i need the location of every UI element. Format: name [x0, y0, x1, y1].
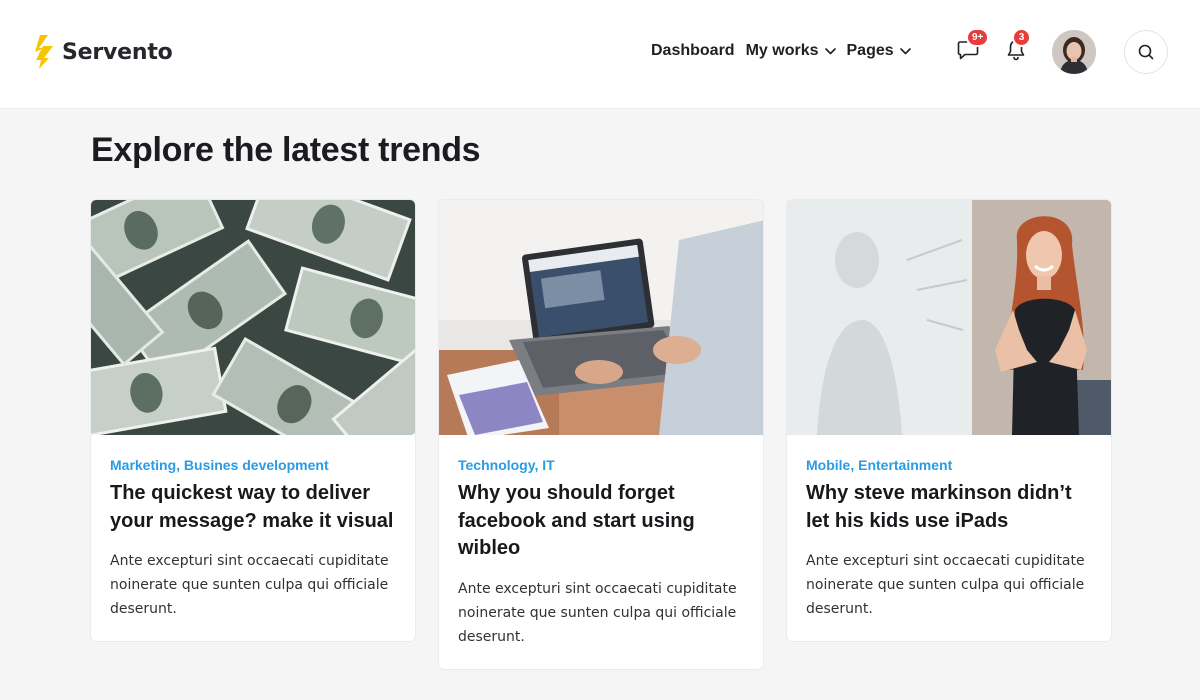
card-body: Mobile, Entertainment Why steve markinso… — [787, 435, 1111, 641]
section-title: Explore the latest trends — [91, 131, 481, 169]
laptop-image[interactable] — [439, 200, 764, 435]
brand-name: Servento — [62, 39, 173, 65]
user-avatar[interactable] — [1052, 30, 1096, 74]
notifications-button[interactable]: 3 — [1004, 28, 1031, 62]
card-category[interactable]: Technology, IT — [458, 457, 744, 473]
nav-item-dashboard[interactable]: Dashboard — [651, 42, 735, 60]
nav-item-my-works[interactable]: My works — [746, 42, 836, 60]
card-title[interactable]: Why you should forget facebook and start… — [458, 480, 744, 563]
card-body: Technology, IT Why you should forget fac… — [439, 435, 763, 669]
chevron-down-icon — [824, 47, 836, 54]
top-header: Servento Dashboard My works Pages 9+ 3 — [0, 0, 1200, 109]
card-excerpt: Ante excepturi sint occaecati cupiditate… — [806, 553, 1085, 617]
search-icon — [1138, 44, 1154, 60]
article-card[interactable]: Mobile, Entertainment Why steve markinso… — [786, 199, 1112, 642]
messages-badge: 9+ — [966, 28, 990, 47]
article-card[interactable]: Technology, IT Why you should forget fac… — [438, 199, 764, 670]
messages-button[interactable]: 9+ — [956, 28, 990, 62]
card-category[interactable]: Mobile, Entertainment — [806, 457, 1092, 473]
nav-item-label: Dashboard — [651, 42, 735, 59]
nav-item-pages[interactable]: Pages — [847, 42, 911, 60]
search-button[interactable] — [1124, 30, 1168, 74]
card-excerpt: Ante excepturi sint occaecati cupiditate… — [110, 553, 389, 617]
user-photo — [1052, 30, 1096, 74]
main-nav: Dashboard My works Pages — [651, 42, 922, 60]
card-excerpt: Ante excepturi sint occaecati cupiditate… — [458, 580, 737, 645]
card-body: Marketing, Busines development The quick… — [91, 435, 415, 641]
chevron-down-icon — [899, 47, 911, 54]
money-image[interactable] — [91, 200, 416, 435]
card-title[interactable]: The quickest way to deliver your message… — [110, 480, 396, 535]
nav-item-label: Pages — [846, 42, 894, 59]
article-card[interactable]: Marketing, Busines development The quick… — [90, 199, 416, 642]
brand-logo[interactable]: Servento — [32, 34, 173, 70]
notifications-badge: 3 — [1012, 28, 1031, 47]
nav-item-label: My works — [745, 42, 819, 59]
logo-mark-icon — [35, 35, 53, 69]
presentation-image[interactable] — [787, 200, 1112, 435]
card-title[interactable]: Why steve markinson didn’t let his kids … — [806, 480, 1092, 535]
card-category[interactable]: Marketing, Busines development — [110, 457, 396, 473]
